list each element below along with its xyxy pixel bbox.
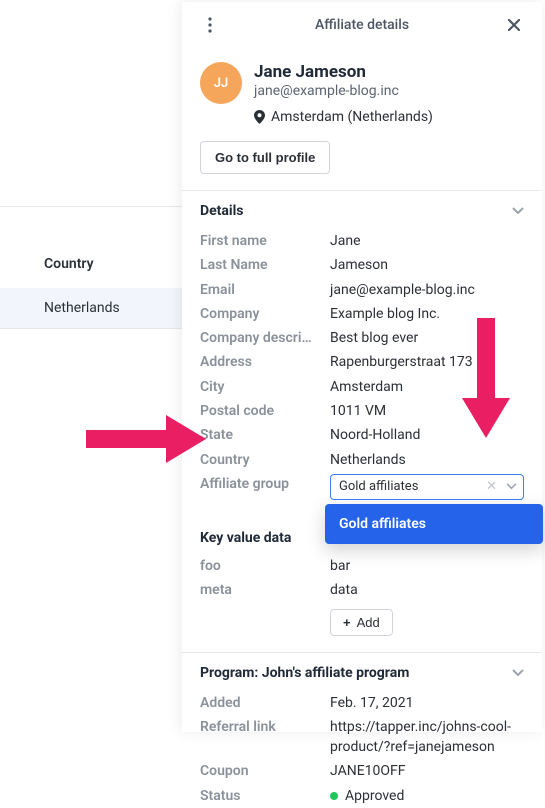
profile-location: Amsterdam (Netherlands): [254, 109, 433, 125]
status-dot-approved: [330, 792, 338, 800]
bg-row: Netherlands: [0, 288, 182, 328]
bg-row-value: Netherlands: [44, 300, 120, 316]
chevron-down-icon: [506, 478, 517, 497]
chevron-down-icon: [512, 665, 524, 681]
field-email: Emailjane@example-blog.inc: [200, 278, 524, 302]
section-details-title: Details: [200, 203, 244, 219]
background-table: Country Netherlands: [0, 0, 182, 732]
close-icon: [508, 19, 520, 31]
go-to-full-profile-button[interactable]: Go to full profile: [200, 141, 330, 174]
bg-divider: [0, 206, 182, 207]
profile-name: Jane Jameson: [254, 62, 433, 82]
field-referral-link: Referral linkhttps://tapper.inc/johns-co…: [200, 715, 524, 760]
panel-title: Affiliate details: [222, 17, 502, 33]
kv-add-row: +Add: [200, 603, 524, 638]
field-affiliate-group: Affiliate group Gold affiliates ✕ Gold a…: [200, 472, 524, 502]
bg-column-header: Country: [44, 256, 94, 272]
field-added: AddedFeb. 17, 2021: [200, 691, 524, 715]
profile-location-text: Amsterdam (Netherlands): [271, 109, 433, 125]
field-last-name: Last NameJameson: [200, 253, 524, 277]
field-postal: Postal code1011 VM: [200, 399, 524, 423]
more-options-button[interactable]: [198, 13, 222, 37]
panel-header: Affiliate details: [182, 2, 542, 48]
field-coupon: CouponJANE10OFF: [200, 759, 524, 783]
kv-row-2: metadata: [200, 578, 524, 602]
dropdown-option-gold-affiliates[interactable]: Gold affiliates: [325, 504, 543, 544]
chevron-down-icon: [512, 203, 524, 219]
field-state: StateNoord-Holland: [200, 423, 524, 447]
avatar: JJ: [200, 62, 242, 104]
affiliate-group-select[interactable]: Gold affiliates ✕: [330, 474, 524, 500]
close-button[interactable]: [502, 13, 526, 37]
clear-selection-icon[interactable]: ✕: [486, 478, 497, 497]
bg-divider-2: [0, 328, 182, 329]
profile-block: JJ Jane Jameson jane@example-blog.inc Am…: [200, 62, 524, 125]
kv-row-1: foobar: [200, 554, 524, 578]
vertical-dots-icon: [208, 17, 212, 33]
section-program-title: Program: John's affiliate program: [200, 665, 409, 681]
field-address: AddressRapenburgerstraat 173: [200, 350, 524, 374]
affiliate-group-dropdown: Gold affiliates: [325, 504, 543, 544]
affiliate-details-panel: Affiliate details JJ Jane Jameson jane@e…: [182, 2, 542, 732]
affiliate-group-selected-value: Gold affiliates: [339, 478, 418, 497]
add-key-value-button[interactable]: +Add: [330, 609, 393, 636]
section-details-header[interactable]: Details: [200, 191, 524, 229]
profile-email: jane@example-blog.inc: [254, 83, 433, 99]
section-program-header[interactable]: Program: John's affiliate program: [200, 653, 524, 691]
field-city: CityAmsterdam: [200, 375, 524, 399]
field-first-name: First nameJane: [200, 229, 524, 253]
field-status: StatusApproved: [200, 784, 524, 808]
panel-body: JJ Jane Jameson jane@example-blog.inc Am…: [182, 48, 542, 808]
field-company: CompanyExample blog Inc.: [200, 302, 524, 326]
plus-icon: +: [343, 615, 351, 630]
location-pin-icon: [254, 110, 265, 124]
field-country: CountryNetherlands: [200, 448, 524, 472]
field-company-description: Company descri…Best blog ever: [200, 326, 524, 350]
